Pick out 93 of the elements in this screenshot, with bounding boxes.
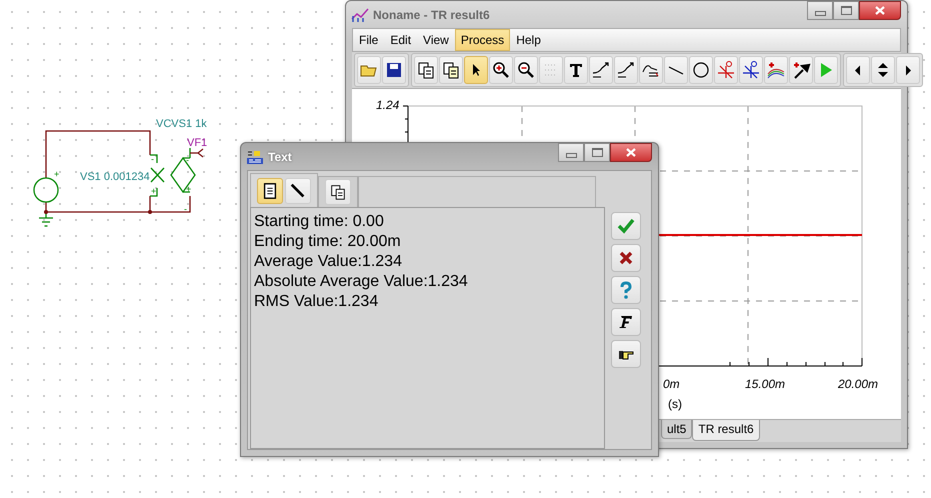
polarity-sign: + xyxy=(186,184,192,194)
close-icon xyxy=(875,6,885,15)
zoom-in-tool-button[interactable] xyxy=(489,56,513,84)
minimize-button[interactable] xyxy=(558,143,584,162)
pointer-tool-button[interactable] xyxy=(464,56,488,84)
axis-tick-label: 0m xyxy=(663,377,680,391)
ground-symbol xyxy=(38,211,54,227)
menu-item[interactable]: Help xyxy=(510,29,547,51)
cursor-a-tool-button[interactable] xyxy=(714,56,738,84)
help-button[interactable] xyxy=(611,276,641,304)
curve-list-tool-button[interactable] xyxy=(639,56,663,84)
pen-button[interactable] xyxy=(285,178,311,204)
cancel-button[interactable] xyxy=(611,244,641,272)
zoom-in-icon xyxy=(491,60,511,80)
polarity-sign: - xyxy=(151,154,154,164)
ok-button[interactable] xyxy=(611,212,641,240)
result-text-line: Ending time: 20.00m xyxy=(254,232,402,252)
text-tool-button[interactable] xyxy=(564,56,588,84)
menu-item[interactable]: Process xyxy=(454,29,510,51)
vcvs-input-symbol xyxy=(149,154,165,197)
junction-dot xyxy=(148,210,152,214)
close-button[interactable] xyxy=(859,1,901,20)
curve-query-tool-button[interactable] xyxy=(614,56,638,84)
check-icon xyxy=(616,216,636,236)
pointer-hand-button[interactable] xyxy=(611,340,641,368)
menu-item[interactable]: View xyxy=(417,29,455,51)
result-text-line: RMS Value:1.234 xyxy=(254,292,380,312)
result-text-line: Absolute Average Value:1.234 xyxy=(254,272,469,292)
curves-icon xyxy=(766,60,786,80)
result-text-area[interactable]: Starting time: 0.00 Ending time: 20.00m Average Value:1.234 Absolute Average Value:1.234 RMS Value:1.234 xyxy=(250,207,605,449)
component-label: VCVS1 1k xyxy=(156,118,207,130)
pick-tool-button[interactable] xyxy=(789,56,813,84)
toolbar-tab[interactable] xyxy=(250,173,318,207)
eyedropper-icon xyxy=(791,60,811,80)
updown-tool-button[interactable] xyxy=(871,56,895,84)
menu-item[interactable]: Edit xyxy=(384,29,418,51)
maximize-button[interactable] xyxy=(833,1,859,20)
line-tool-button[interactable] xyxy=(664,56,688,84)
copy-tool-button[interactable] xyxy=(414,56,438,84)
minimize-button[interactable] xyxy=(807,1,833,20)
paste-tool-button[interactable] xyxy=(439,56,463,84)
cursor-b-tool-button[interactable] xyxy=(739,56,763,84)
window-title: Text xyxy=(268,150,293,164)
zoom-out-tool-button[interactable] xyxy=(514,56,538,84)
circle-icon xyxy=(691,60,711,80)
toolbar-tab[interactable] xyxy=(318,176,358,207)
font-button[interactable] xyxy=(611,308,641,336)
save-tool-button[interactable] xyxy=(382,56,406,84)
result-tab[interactable]: ult5 xyxy=(661,420,692,439)
close-button[interactable] xyxy=(610,143,652,162)
curve-arrow-icon xyxy=(616,60,636,80)
graph-app-icon xyxy=(351,6,369,22)
circle-tool-button[interactable] xyxy=(689,56,713,84)
result-tab[interactable]: TR result6 xyxy=(692,420,760,441)
copy-button[interactable] xyxy=(325,179,351,205)
junction-dot xyxy=(44,210,48,214)
copy-icon xyxy=(416,60,436,80)
component-label: VS1 0.001234 xyxy=(80,171,150,183)
open-tool-button[interactable] xyxy=(357,56,381,84)
curve-text-tool-button[interactable] xyxy=(589,56,613,84)
polarity-sign: + xyxy=(151,186,156,196)
probe-terminal-icon xyxy=(189,148,204,158)
pen-icon xyxy=(289,182,307,200)
polarity-sign: - xyxy=(184,204,187,214)
curve-arrow-icon xyxy=(591,60,611,80)
result-text-line: Average Value:1.234 xyxy=(254,252,403,272)
maximize-button[interactable] xyxy=(584,143,610,162)
axis-tick-label: 15.00m xyxy=(745,377,786,391)
close-icon xyxy=(626,148,636,157)
result-text-line: Starting time: 0.00 xyxy=(254,212,385,232)
window-title: Noname - TR result6 xyxy=(373,8,491,22)
text-app-icon xyxy=(246,148,264,164)
polarity-sign: + xyxy=(54,169,60,179)
right-tool-button[interactable] xyxy=(896,56,920,84)
menu-item[interactable]: File xyxy=(353,29,384,51)
axis-tick-label: 1.24 xyxy=(376,98,400,112)
cursor-icon xyxy=(741,60,761,80)
probe-label: VF1 xyxy=(187,137,208,149)
zoom-out-icon xyxy=(516,60,536,80)
left-tool-button[interactable] xyxy=(846,56,870,84)
axis-tick-label: 20.00m xyxy=(838,377,878,391)
polarity-sign: - xyxy=(186,155,189,165)
voltage-source-symbol xyxy=(33,177,59,203)
paste-icon xyxy=(441,60,461,80)
page-icon xyxy=(261,182,279,200)
controlled-source-symbol xyxy=(170,147,196,194)
copy-icon xyxy=(329,183,347,201)
left-arrow-icon xyxy=(855,64,861,76)
cursor-icon xyxy=(716,60,736,80)
axis-label: (s) xyxy=(668,397,682,411)
page-button[interactable] xyxy=(257,178,283,204)
right-arrow-icon xyxy=(905,64,911,76)
add-curves-tool-button[interactable] xyxy=(764,56,788,84)
